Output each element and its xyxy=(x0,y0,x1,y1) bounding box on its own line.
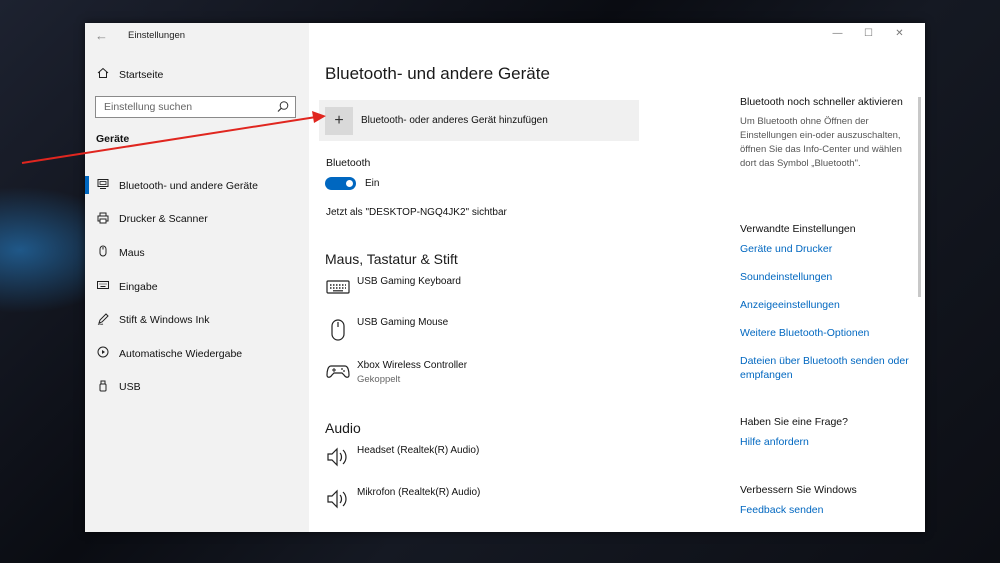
device-text: Mikrofon (Realtek(R) Audio) xyxy=(357,487,480,498)
usb-icon xyxy=(96,380,110,395)
sidebar-item-bluetooth[interactable]: Bluetooth- und andere Geräte xyxy=(85,169,309,203)
page-title: Bluetooth- und andere Geräte xyxy=(325,64,550,83)
sidebar-item-input[interactable]: Eingabe xyxy=(85,270,309,304)
device-text: USB Gaming Mouse xyxy=(357,317,448,328)
quick-bluetooth-text: Um Bluetooth ohne Öffnen der Einstellung… xyxy=(740,116,902,169)
speaker-icon xyxy=(326,447,351,467)
device-mouse[interactable]: USB Gaming Mouse xyxy=(326,317,448,341)
add-device-label: Bluetooth- oder anderes Gerät hinzufügen xyxy=(361,115,548,126)
toggle-knob xyxy=(346,180,353,187)
quick-bluetooth-heading: Bluetooth noch schneller aktivieren xyxy=(740,96,903,108)
device-text: Headset (Realtek(R) Audio) xyxy=(357,445,479,456)
sidebar-home-label: Startseite xyxy=(119,68,164,81)
sidebar-item-usb[interactable]: USB xyxy=(85,371,309,405)
sidebar-item-label: USB xyxy=(119,381,141,394)
device-name: Headset (Realtek(R) Audio) xyxy=(357,445,480,456)
sidebar-item-mouse[interactable]: Maus xyxy=(85,236,309,270)
scrollbar[interactable] xyxy=(918,97,921,297)
minimize-button[interactable]: — xyxy=(822,28,853,39)
sidebar: ← Einstellungen Startseite Geräte Blueto… xyxy=(85,23,309,532)
maximize-button[interactable]: ☐ xyxy=(853,28,884,39)
sidebar-item-label: Automatische Wiedergabe xyxy=(119,347,243,360)
link-display-settings[interactable]: Anzeigeeinstellungen xyxy=(740,298,920,312)
sidebar-item-autoplay[interactable]: Automatische Wiedergabe xyxy=(85,337,309,371)
search-input[interactable] xyxy=(96,97,279,117)
sidebar-item-label: Drucker & Scanner xyxy=(119,213,208,226)
device-status: Gekoppelt xyxy=(357,374,401,385)
mouse-icon xyxy=(326,319,351,341)
related-settings-heading: Verwandte Einstellungen xyxy=(740,223,856,235)
sidebar-item-label: Stift & Windows Ink xyxy=(119,314,210,327)
sidebar-item-printers[interactable]: Drucker & Scanner xyxy=(85,203,309,237)
audio-heading: Audio xyxy=(325,420,361,436)
sidebar-item-label: Eingabe xyxy=(119,280,158,293)
window-controls: — ☐ ✕ xyxy=(822,28,915,39)
close-button[interactable]: ✕ xyxy=(884,28,915,39)
question-heading: Haben Sie eine Frage? xyxy=(740,416,848,428)
input-devices-heading: Maus, Tastatur & Stift xyxy=(325,251,458,267)
link-devices-printers[interactable]: Geräte und Drucker xyxy=(740,242,920,256)
home-icon xyxy=(96,67,110,82)
bluetooth-devices-icon xyxy=(96,178,110,193)
device-text: USB Gaming Keyboard xyxy=(357,276,461,287)
link-send-feedback[interactable]: Feedback senden xyxy=(740,503,920,517)
sidebar-item-home[interactable]: Startseite xyxy=(96,67,163,82)
printer-icon xyxy=(96,212,110,227)
bluetooth-toggle[interactable] xyxy=(325,177,356,190)
link-bluetooth-file-transfer[interactable]: Dateien über Bluetooth senden oder empfa… xyxy=(740,354,920,382)
device-name: USB Gaming Mouse xyxy=(357,317,449,328)
bluetooth-label: Bluetooth xyxy=(326,157,371,169)
device-controller[interactable]: Xbox Wireless Controller Gekoppelt xyxy=(326,360,467,385)
sidebar-nav: Bluetooth- und andere Geräte Drucker & S… xyxy=(85,169,309,404)
plus-icon: + xyxy=(325,106,353,135)
add-device-button[interactable]: + Bluetooth- oder anderes Gerät hinzufüg… xyxy=(319,100,639,141)
link-sound-settings[interactable]: Soundeinstellungen xyxy=(740,270,920,284)
improve-heading: Verbessern Sie Windows xyxy=(740,484,857,496)
device-text: Xbox Wireless Controller Gekoppelt xyxy=(357,360,467,385)
device-name: Mikrofon (Realtek(R) Audio) xyxy=(357,487,481,498)
bluetooth-state: Ein xyxy=(365,178,380,189)
device-keyboard[interactable]: USB Gaming Keyboard xyxy=(326,276,461,298)
speaker-icon xyxy=(326,489,351,509)
mouse-icon xyxy=(96,245,110,260)
window-title: Einstellungen xyxy=(128,30,186,41)
gamepad-icon xyxy=(326,362,351,382)
device-name: Xbox Wireless Controller xyxy=(357,360,468,371)
autoplay-icon xyxy=(96,346,110,361)
main-content: — ☐ ✕ Bluetooth- und andere Geräte + Blu… xyxy=(309,23,925,532)
search-box xyxy=(95,96,296,118)
device-microphone[interactable]: Mikrofon (Realtek(R) Audio) xyxy=(326,487,480,509)
sidebar-item-label: Bluetooth- und andere Geräte xyxy=(119,179,258,192)
device-headset[interactable]: Headset (Realtek(R) Audio) xyxy=(326,445,479,467)
settings-window: ← Einstellungen Startseite Geräte Blueto… xyxy=(85,23,925,532)
link-get-help[interactable]: Hilfe anfordern xyxy=(740,435,920,449)
pen-icon xyxy=(96,312,110,328)
keyboard-icon xyxy=(326,278,351,298)
keyboard-icon xyxy=(96,279,110,294)
search-icon[interactable] xyxy=(276,100,290,114)
link-bluetooth-options[interactable]: Weitere Bluetooth-Optionen xyxy=(740,326,920,340)
sidebar-item-label: Maus xyxy=(119,246,145,259)
discoverable-text: Jetzt als "DESKTOP-NGQ4JK2" sichtbar xyxy=(326,207,507,218)
back-arrow-icon[interactable]: ← xyxy=(95,28,108,43)
sidebar-item-pen[interactable]: Stift & Windows Ink xyxy=(85,303,309,337)
sidebar-section-title: Geräte xyxy=(96,133,130,145)
device-name: USB Gaming Keyboard xyxy=(357,276,461,287)
